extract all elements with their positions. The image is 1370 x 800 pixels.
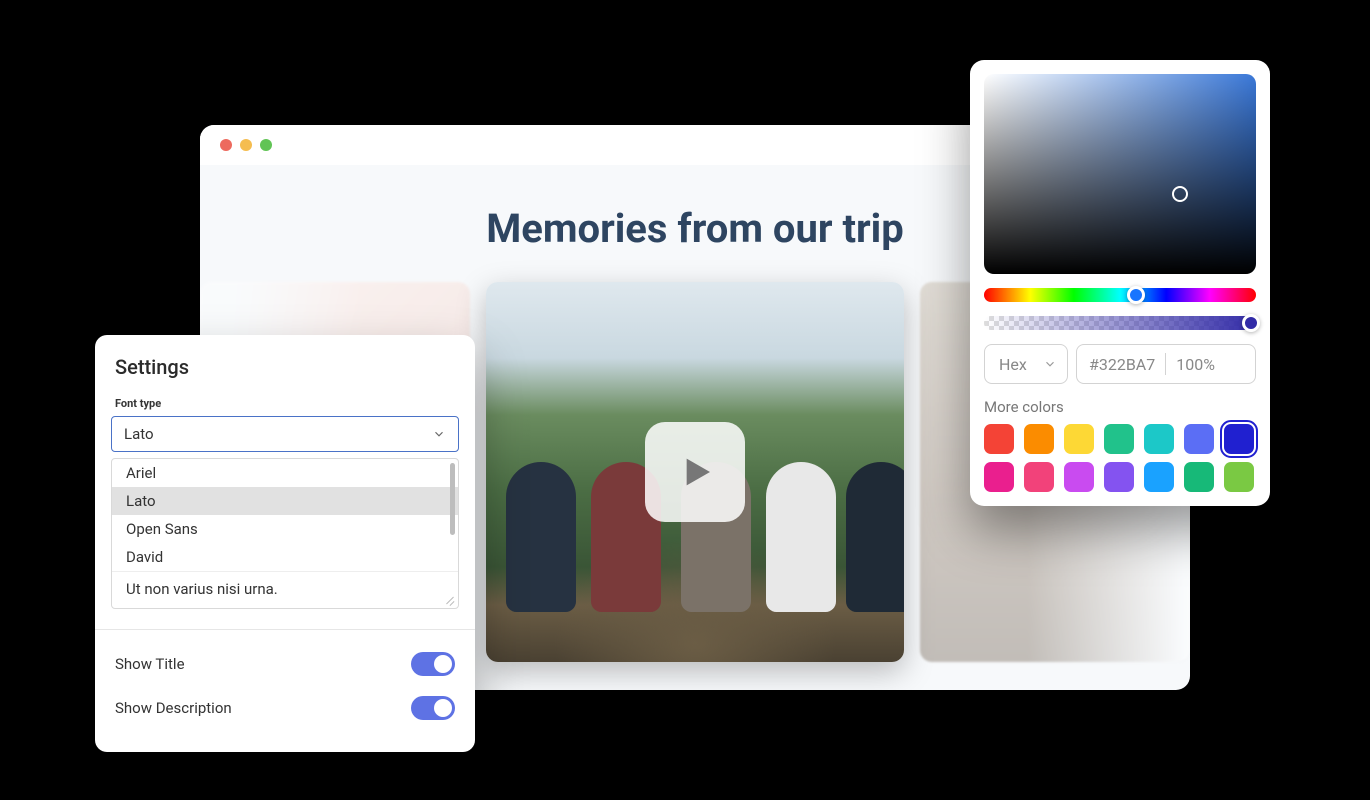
color-format-select[interactable]: Hex <box>984 344 1068 384</box>
color-swatch[interactable] <box>1024 424 1054 454</box>
slide-main[interactable] <box>486 282 905 662</box>
saturation-value-area[interactable] <box>984 74 1256 274</box>
color-value-input[interactable]: #322BA7 100% <box>1076 344 1256 384</box>
font-option[interactable]: Open Sans <box>112 515 458 543</box>
more-colors-label: More colors <box>984 398 1256 416</box>
color-value-inputs: Hex #322BA7 100% <box>984 344 1256 384</box>
color-swatch[interactable] <box>1144 462 1174 492</box>
color-swatch[interactable] <box>1104 462 1134 492</box>
color-swatch[interactable] <box>1024 462 1054 492</box>
show-title-label: Show Title <box>115 655 185 673</box>
opacity-value: 100% <box>1176 355 1215 374</box>
color-swatch[interactable] <box>1064 424 1094 454</box>
show-description-row: Show Description <box>111 686 459 730</box>
opacity-handle-icon[interactable] <box>1242 314 1260 332</box>
color-swatch[interactable] <box>1184 424 1214 454</box>
font-type-dropdown: Ariel Lato Open Sans David Ut non varius… <box>111 458 459 609</box>
divider <box>1165 353 1166 375</box>
chevron-down-icon <box>432 427 446 441</box>
opacity-slider[interactable] <box>984 316 1256 330</box>
color-swatch[interactable] <box>984 424 1014 454</box>
font-type-selected-value: Lato <box>124 425 154 443</box>
color-swatch[interactable] <box>1104 424 1134 454</box>
color-picker-panel: Hex #322BA7 100% More colors <box>970 60 1270 506</box>
settings-title: Settings <box>111 355 459 379</box>
show-title-toggle[interactable] <box>411 652 455 676</box>
slide-content <box>506 462 576 612</box>
show-description-label: Show Description <box>115 699 232 717</box>
sv-handle-icon[interactable] <box>1172 186 1188 202</box>
minimize-window-icon[interactable] <box>240 139 252 151</box>
divider <box>95 629 475 630</box>
hue-slider[interactable] <box>984 288 1256 302</box>
color-swatch[interactable] <box>984 462 1014 492</box>
slide-content <box>766 462 836 612</box>
font-option[interactable]: Ariel <box>112 459 458 487</box>
color-swatch[interactable] <box>1184 462 1214 492</box>
play-icon <box>675 452 715 492</box>
chevron-down-icon <box>1043 357 1057 371</box>
color-swatch[interactable] <box>1064 462 1094 492</box>
hue-handle-icon[interactable] <box>1127 286 1145 304</box>
color-swatch[interactable] <box>1224 424 1254 454</box>
color-format-value: Hex <box>999 355 1027 374</box>
play-button[interactable] <box>645 422 745 522</box>
resize-handle-icon[interactable] <box>444 594 454 604</box>
color-swatch[interactable] <box>1144 424 1174 454</box>
scrollbar[interactable] <box>450 463 455 535</box>
maximize-window-icon[interactable] <box>260 139 272 151</box>
show-description-toggle[interactable] <box>411 696 455 720</box>
description-textarea[interactable]: Ut non varius nisi urna. <box>112 571 458 608</box>
settings-panel: Settings Font type Lato Ariel Lato Open … <box>95 335 475 752</box>
close-window-icon[interactable] <box>220 139 232 151</box>
font-type-select[interactable]: Lato <box>111 416 459 452</box>
font-option[interactable]: David <box>112 543 458 571</box>
swatch-grid <box>984 424 1256 492</box>
hex-value: #322BA7 <box>1089 355 1155 374</box>
font-type-label: Font type <box>111 397 459 410</box>
show-title-row: Show Title <box>111 642 459 686</box>
font-option[interactable]: Lato <box>112 487 458 515</box>
textarea-value: Ut non varius nisi urna. <box>126 580 278 598</box>
slide-content <box>846 462 905 612</box>
color-swatch[interactable] <box>1224 462 1254 492</box>
